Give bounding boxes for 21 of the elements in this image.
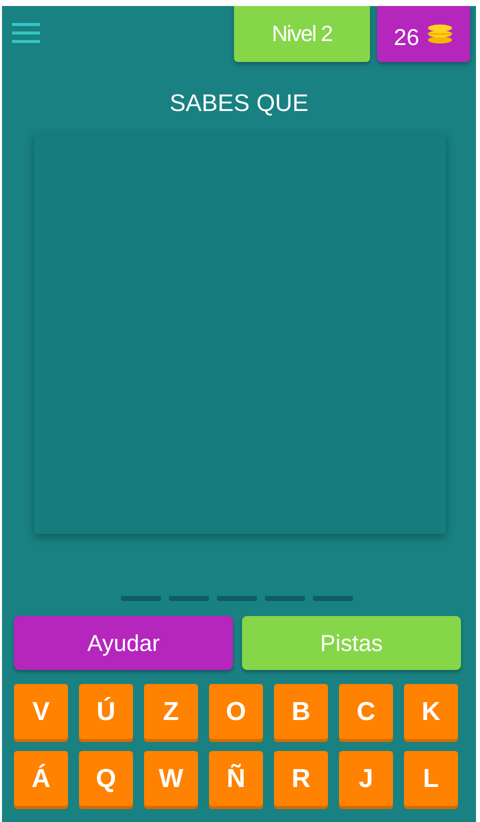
letter-key[interactable]: O — [209, 684, 263, 739]
letter-key[interactable]: L — [404, 751, 458, 806]
letter-key[interactable]: C — [339, 684, 393, 739]
letter-key[interactable]: K — [404, 684, 458, 739]
menu-icon[interactable] — [12, 22, 40, 44]
letter-key[interactable]: V — [14, 684, 68, 739]
letter-key[interactable]: Á — [14, 751, 68, 806]
letter-key[interactable]: Q — [79, 751, 133, 806]
coin-count: 26 — [394, 24, 420, 50]
question-title: SABES QUE — [170, 90, 308, 118]
letter-key[interactable]: Ú — [79, 684, 133, 739]
coins-icon — [427, 24, 454, 44]
level-button[interactable]: Nivel 2 — [234, 6, 370, 62]
help-button[interactable]: Ayudar — [14, 616, 233, 670]
letter-key[interactable]: Ñ — [209, 751, 263, 806]
letter-key[interactable]: J — [339, 751, 393, 806]
letter-key[interactable]: W — [144, 751, 198, 806]
hints-button[interactable]: Pistas — [242, 616, 461, 670]
letter-key[interactable]: B — [274, 684, 328, 739]
letter-key[interactable]: R — [274, 751, 328, 806]
letter-key[interactable]: Z — [144, 684, 198, 739]
